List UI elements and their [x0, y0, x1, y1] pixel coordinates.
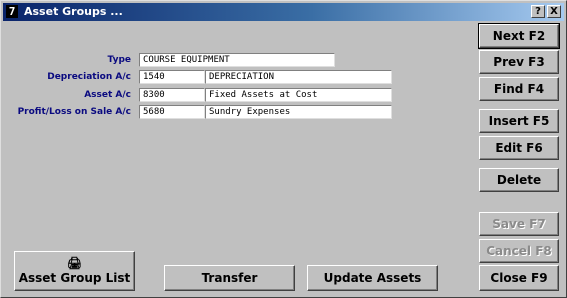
asset-group-list-button[interactable]: 🖨 Asset Group List [14, 251, 135, 291]
asset-name-field[interactable]: Fixed Assets at Cost [205, 88, 392, 102]
next-button[interactable]: Next F2 [478, 23, 560, 49]
type-field[interactable]: COURSE EQUIPMENT [139, 53, 335, 67]
depreciation-code-field[interactable]: 1540 [139, 70, 205, 84]
close-window-button[interactable]: X [547, 5, 561, 18]
delete-button[interactable]: Delete [479, 168, 559, 192]
transfer-button[interactable]: Transfer [164, 265, 295, 291]
edit-button[interactable]: Edit F6 [479, 136, 559, 160]
asset-code-field[interactable]: 8300 [139, 88, 205, 102]
prev-button[interactable]: Prev F3 [479, 50, 559, 74]
depreciation-account-label: Depreciation A/c [47, 72, 131, 82]
help-button[interactable]: ? [531, 5, 545, 18]
asset-group-list-label: Asset Group List [18, 271, 131, 285]
system-menu-icon[interactable]: 7 [6, 5, 18, 18]
cancel-button[interactable]: Cancel F8 [479, 239, 559, 263]
update-assets-button[interactable]: Update Assets [307, 265, 438, 291]
type-label: Type [107, 55, 131, 65]
printer-icon: 🖨 [66, 256, 83, 270]
find-button[interactable]: Find F4 [479, 77, 559, 101]
asset-account-label: Asset A/c [84, 90, 131, 100]
depreciation-name-field[interactable]: DEPRECIATION [205, 70, 392, 84]
profit-loss-name-field[interactable]: Sundry Expenses [205, 105, 392, 119]
window-title: Asset Groups ... [24, 5, 123, 18]
title-bar[interactable]: 7 Asset Groups ... ? X [3, 3, 564, 21]
profit-loss-account-label: Profit/Loss on Sale A/c [17, 107, 131, 117]
save-button[interactable]: Save F7 [479, 212, 559, 236]
profit-loss-code-field[interactable]: 5680 [139, 105, 205, 119]
asset-groups-window: 7 Asset Groups ... ? X Type Depreciation… [0, 0, 567, 298]
close-button[interactable]: Close F9 [479, 265, 559, 291]
insert-button[interactable]: Insert F5 [479, 109, 559, 133]
